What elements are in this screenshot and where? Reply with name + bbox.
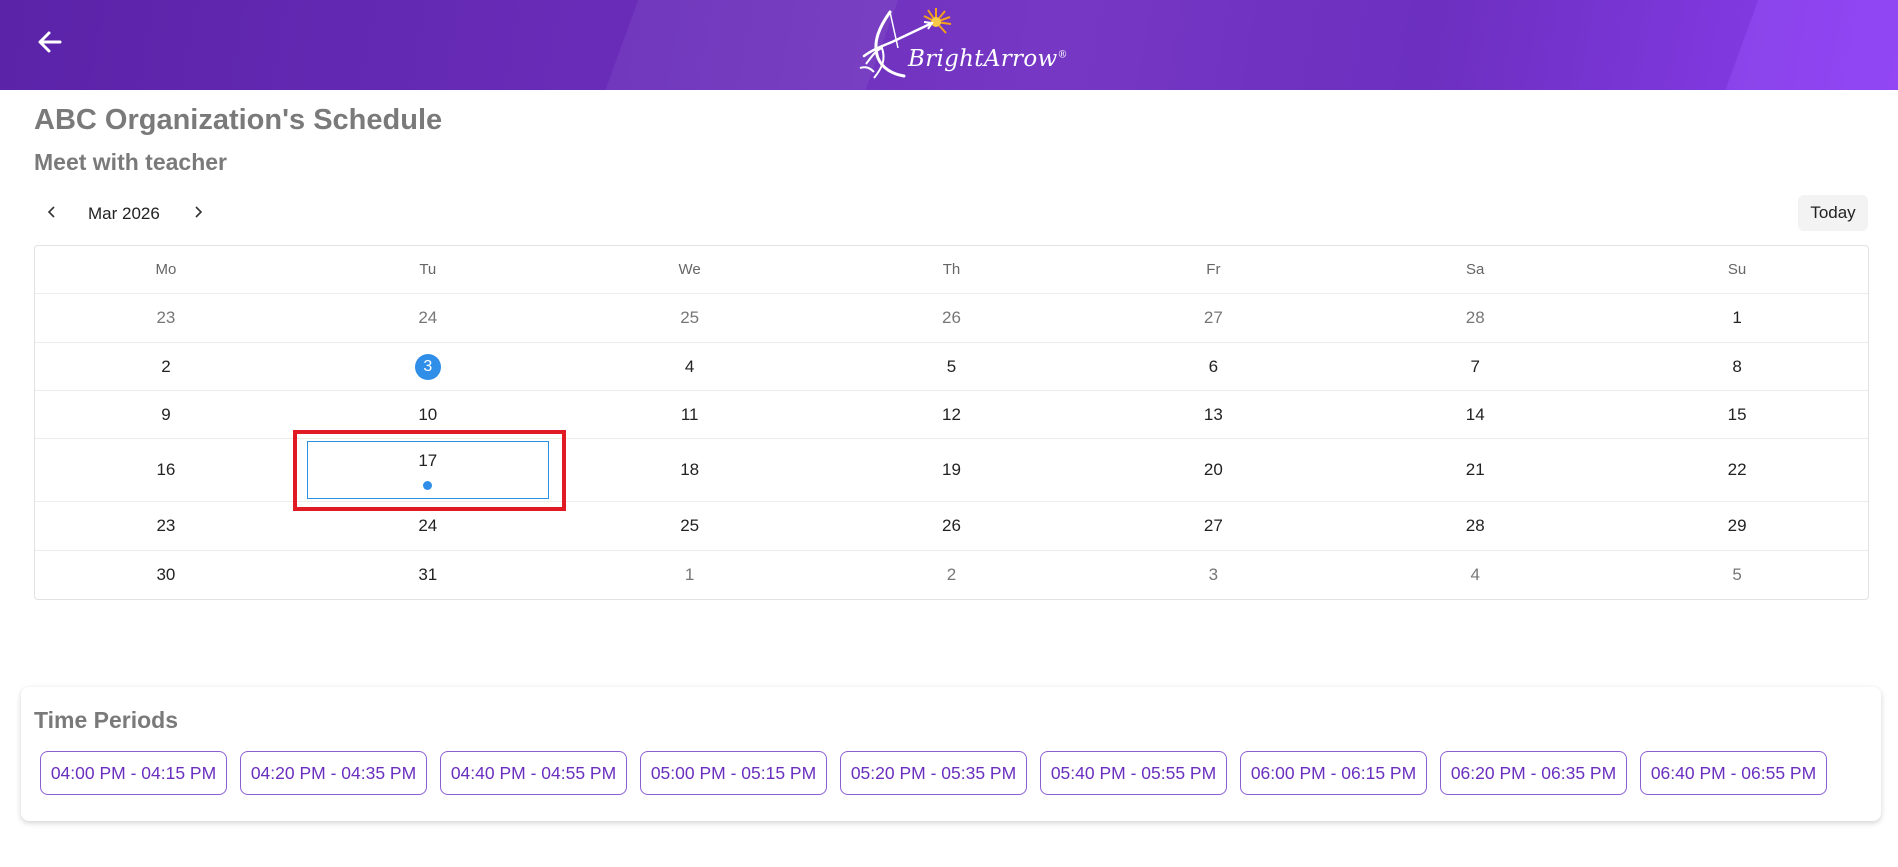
calendar-week: 30 31 1 2 3 4 5: [35, 551, 1868, 599]
calendar-day[interactable]: 11: [559, 391, 821, 438]
time-slot-chip[interactable]: 04:20 PM - 04:35 PM: [240, 751, 427, 795]
app-header: BrightArrow®: [0, 0, 1898, 90]
calendar-day[interactable]: 1: [1606, 294, 1868, 342]
time-slot-chip[interactable]: 06:00 PM - 06:15 PM: [1240, 751, 1427, 795]
calendar-day-today[interactable]: 3: [297, 343, 559, 390]
chevron-left-icon: [45, 205, 59, 224]
calendar-day[interactable]: 16: [35, 439, 297, 501]
back-button[interactable]: [30, 26, 70, 62]
calendar-week: 23 24 25 26 27 28 29: [35, 502, 1868, 551]
calendar-week: 9 10 11 12 13 14 15: [35, 391, 1868, 439]
page-title: ABC Organization's Schedule: [34, 104, 443, 136]
calendar-day[interactable]: 1: [559, 551, 821, 599]
calendar-day-selected[interactable]: 17: [297, 439, 559, 501]
time-slot-chip[interactable]: 04:40 PM - 04:55 PM: [440, 751, 627, 795]
time-periods-card: Time Periods 04:00 PM - 04:15 PM 04:20 P…: [21, 687, 1881, 821]
weekday-label: Fr: [1206, 261, 1221, 278]
weekday-label: We: [678, 261, 701, 278]
time-slot-chip[interactable]: 06:20 PM - 06:35 PM: [1440, 751, 1627, 795]
calendar-day[interactable]: 23: [35, 502, 297, 550]
calendar-day[interactable]: 14: [1344, 391, 1606, 438]
calendar-day[interactable]: 15: [1606, 391, 1868, 438]
weekday-header: Mo Tu We Th Fr Sa Su: [35, 246, 1868, 294]
calendar-day[interactable]: 8: [1606, 343, 1868, 390]
weekday-label: Tu: [419, 261, 437, 278]
calendar-day[interactable]: 27: [1082, 502, 1344, 550]
calendar-day[interactable]: 13: [1082, 391, 1344, 438]
header-decoration: [1714, 0, 1898, 90]
calendar-day[interactable]: 18: [559, 439, 821, 501]
calendar-day[interactable]: 6: [1082, 343, 1344, 390]
calendar-day[interactable]: 26: [821, 294, 1083, 342]
calendar-day[interactable]: 3: [1082, 551, 1344, 599]
today-indicator: 3: [414, 353, 441, 380]
time-slot-chip[interactable]: 05:20 PM - 05:35 PM: [840, 751, 1027, 795]
time-slot-chip[interactable]: 05:40 PM - 05:55 PM: [1040, 751, 1227, 795]
prev-month-button[interactable]: [38, 200, 66, 228]
calendar-week: 2 3 4 5 6 7 8: [35, 343, 1868, 391]
month-label: Mar 2026: [88, 204, 160, 223]
page-subtitle: Meet with teacher: [34, 149, 227, 175]
calendar-day[interactable]: 20: [1082, 439, 1344, 501]
time-slot-chip[interactable]: 05:00 PM - 05:15 PM: [640, 751, 827, 795]
today-button[interactable]: Today: [1798, 195, 1868, 231]
calendar-day[interactable]: 31: [297, 551, 559, 599]
calendar-day[interactable]: 28: [1344, 294, 1606, 342]
time-slot-chip[interactable]: 06:40 PM - 06:55 PM: [1640, 751, 1827, 795]
logo-mark-icon: [859, 8, 952, 79]
calendar-day[interactable]: 26: [821, 502, 1083, 550]
chevron-right-icon: [191, 205, 205, 224]
time-slot-list: 04:00 PM - 04:15 PM 04:20 PM - 04:35 PM …: [40, 751, 1827, 795]
calendar-day[interactable]: 5: [821, 343, 1083, 390]
calendar-week: 23 24 25 26 27 28 1: [35, 294, 1868, 343]
time-slot-chip[interactable]: 04:00 PM - 04:15 PM: [40, 751, 227, 795]
weekday-label: Mo: [155, 261, 177, 278]
month-calendar: Mo Tu We Th Fr Sa Su 23 24 25 26 27 28 1…: [34, 245, 1869, 600]
calendar-day[interactable]: 4: [1344, 551, 1606, 599]
calendar-day[interactable]: 30: [35, 551, 297, 599]
calendar-day[interactable]: 25: [559, 502, 821, 550]
calendar-week: 16 17 18 19 20 21 22: [35, 439, 1868, 502]
calendar-day[interactable]: 22: [1606, 439, 1868, 501]
calendar-day[interactable]: 29: [1606, 502, 1868, 550]
brightarrow-logo: BrightArrow®: [852, 6, 1067, 84]
calendar-day[interactable]: 12: [821, 391, 1083, 438]
weekday-label: Th: [942, 261, 961, 278]
calendar-day[interactable]: 5: [1606, 551, 1868, 599]
calendar-day[interactable]: 28: [1344, 502, 1606, 550]
calendar-day[interactable]: 27: [1082, 294, 1344, 342]
arrow-left-icon: [35, 27, 65, 62]
calendar-day[interactable]: 9: [35, 391, 297, 438]
calendar-day[interactable]: 4: [559, 343, 821, 390]
calendar-day[interactable]: 24: [297, 294, 559, 342]
calendar-day[interactable]: 25: [559, 294, 821, 342]
calendar-day[interactable]: 24: [297, 502, 559, 550]
next-month-button[interactable]: [184, 200, 212, 228]
weekday-label: Sa: [1466, 261, 1485, 278]
calendar-day[interactable]: 2: [35, 343, 297, 390]
calendar-day[interactable]: 21: [1344, 439, 1606, 501]
selection-outline: [306, 441, 549, 499]
calendar-day[interactable]: 19: [821, 439, 1083, 501]
logo-text: BrightArrow®: [908, 46, 1068, 72]
calendar-day[interactable]: 2: [821, 551, 1083, 599]
time-periods-title: Time Periods: [34, 707, 179, 733]
calendar-day[interactable]: 7: [1344, 343, 1606, 390]
weekday-label: Su: [1727, 261, 1747, 278]
calendar-day[interactable]: 23: [35, 294, 297, 342]
calendar-day[interactable]: 10: [297, 391, 559, 438]
